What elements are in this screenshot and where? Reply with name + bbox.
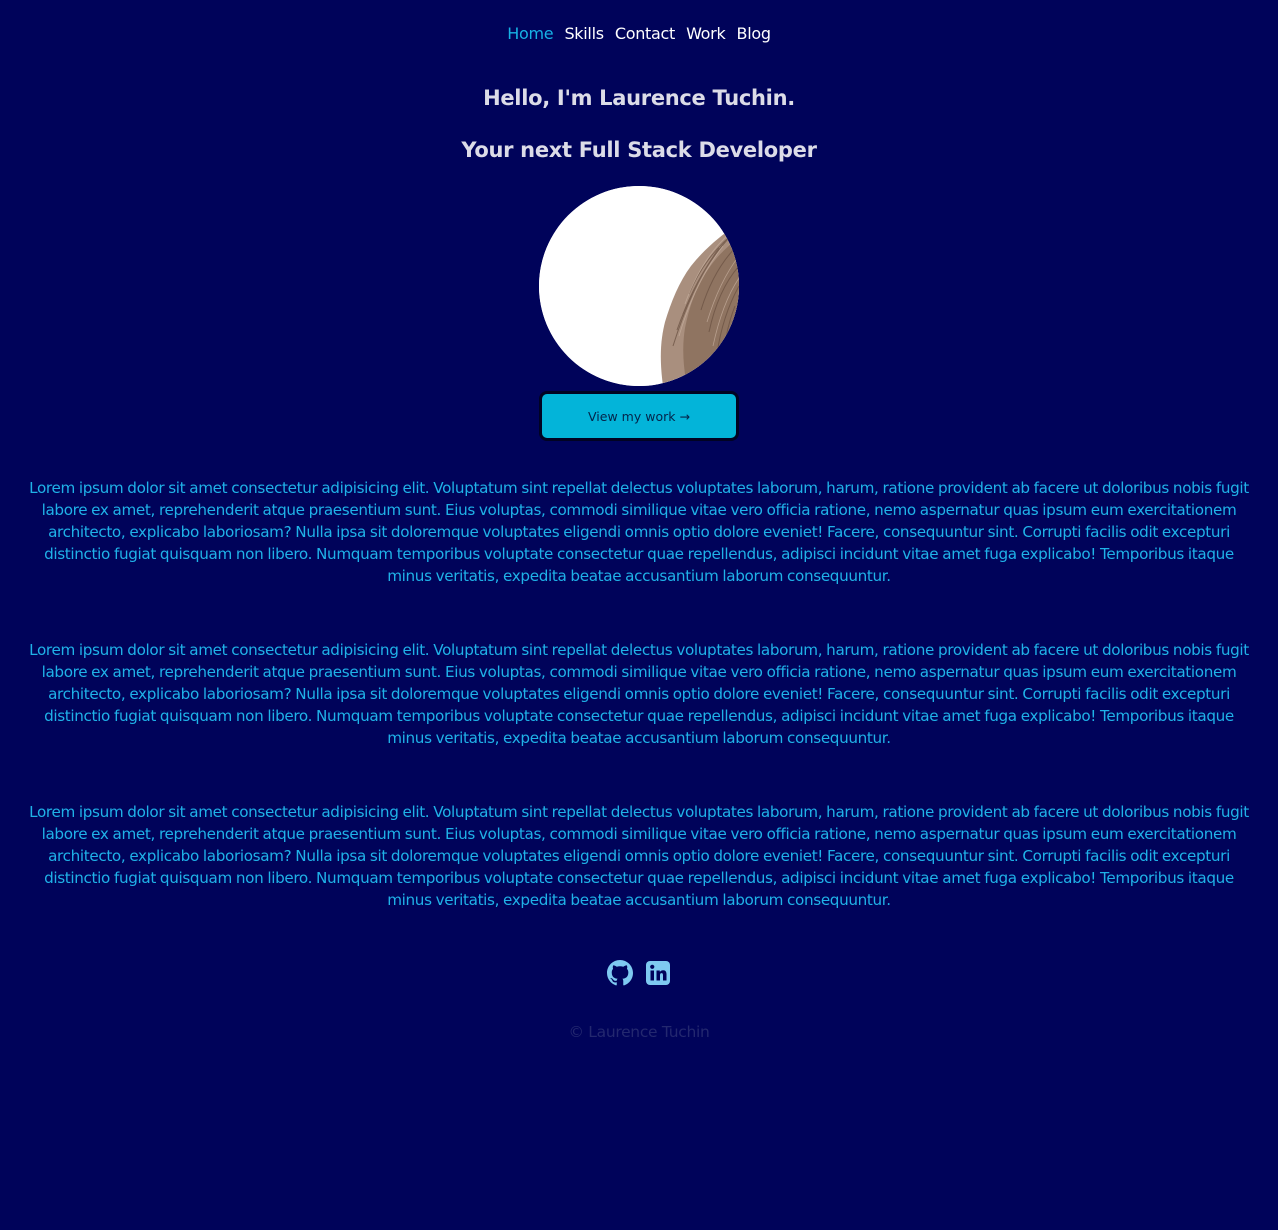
intro-paragraph-2: Lorem ipsum dolor sit amet consectetur a… — [29, 641, 1249, 747]
footer-copyright: © Laurence Tuchin — [568, 1023, 710, 1041]
nav-work[interactable]: Work — [686, 24, 726, 43]
main-nav: Home Skills Contact Work Blog — [0, 22, 1278, 46]
intro-paragraph-1: Lorem ipsum dolor sit amet consectetur a… — [29, 479, 1249, 585]
nav-home[interactable]: Home — [507, 24, 553, 43]
linkedin-icon — [646, 961, 670, 985]
nav-skills[interactable]: Skills — [564, 24, 604, 43]
github-link[interactable] — [607, 960, 633, 986]
avatar — [539, 186, 739, 386]
github-icon — [607, 960, 633, 986]
nav-blog[interactable]: Blog — [737, 24, 771, 43]
hero-title: Hello, I'm Laurence Tuchin. — [483, 86, 795, 110]
view-my-work-button[interactable]: View my work → — [539, 391, 739, 441]
social-links — [607, 960, 673, 986]
arrow-right-icon: → — [679, 408, 690, 424]
hero-subtitle: Your next Full Stack Developer — [461, 138, 817, 162]
linkedin-link[interactable] — [645, 960, 671, 986]
profile-photo — [539, 186, 739, 386]
nav-contact[interactable]: Contact — [615, 24, 675, 43]
view-my-work-label: View my work — [588, 408, 676, 424]
intro-paragraph-3: Lorem ipsum dolor sit amet consectetur a… — [29, 803, 1249, 909]
